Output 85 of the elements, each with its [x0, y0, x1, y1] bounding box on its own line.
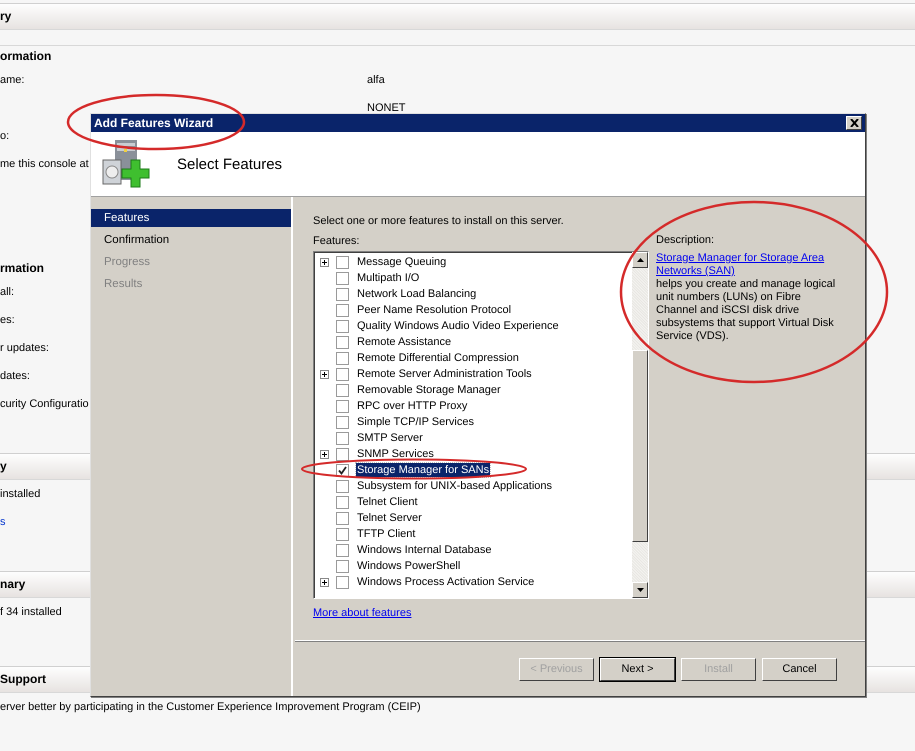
field-label: erver better by participating in the Customer Experience Improvement Program (CEIP) [0, 701, 421, 713]
checkbox[interactable] [336, 576, 349, 588]
checkbox[interactable] [336, 320, 349, 332]
description-text: Storage Manager for Storage Area Networks (SAN) helps you create and manage logical unit numbers (LUNs) on Fibre Channel and iSCSI disk drive subsystems that support Virtual Disk Service (VDS). [656, 252, 841, 343]
checkbox[interactable] [336, 560, 349, 572]
section-heading: rmation [0, 261, 44, 275]
checkbox[interactable] [336, 304, 349, 316]
checkbox[interactable] [336, 416, 349, 428]
wizard-button[interactable]: Next > [600, 658, 675, 680]
scrollbar-thumb[interactable] [632, 350, 648, 542]
feature-item[interactable]: Windows Internal Database [356, 543, 493, 557]
checkbox[interactable] [336, 352, 349, 364]
wizard-step[interactable]: Features [91, 209, 291, 227]
feature-item[interactable]: Remote Server Administration Tools [356, 367, 533, 381]
section-heading: ormation [0, 49, 52, 63]
checkbox[interactable] [336, 512, 349, 524]
checkbox[interactable] [336, 464, 349, 476]
wizard-step[interactable]: Confirmation [91, 231, 291, 249]
field-label: me this console at [0, 158, 89, 170]
scroll-up-button[interactable] [632, 252, 648, 268]
field-label: dates: [0, 370, 30, 382]
page-title: Select Features [177, 156, 282, 172]
checkbox[interactable] [336, 432, 349, 444]
expand-icon[interactable] [320, 450, 329, 458]
checkbox[interactable] [336, 544, 349, 556]
checkbox[interactable] [336, 336, 349, 348]
checkbox[interactable] [336, 384, 349, 396]
feature-item[interactable]: Telnet Server [356, 511, 423, 525]
checkbox[interactable] [336, 528, 349, 540]
field-value: alfa [367, 74, 385, 86]
window-title: Add Features Wizard [94, 116, 214, 130]
section-heading: y [0, 459, 7, 473]
feature-item[interactable]: Subsystem for UNIX-based Applications [356, 479, 554, 493]
field-label: o: [0, 130, 10, 142]
section-heading: Support [0, 672, 46, 686]
checkbox[interactable] [336, 496, 349, 508]
feature-item[interactable]: Peer Name Resolution Protocol [356, 303, 512, 317]
expand-icon[interactable] [320, 258, 329, 266]
field-label: all: [0, 286, 14, 298]
expand-icon[interactable] [320, 370, 329, 378]
feature-item[interactable]: RPC over HTTP Proxy [356, 399, 468, 413]
description-label: Description: [656, 234, 716, 248]
expand-icon[interactable] [320, 578, 329, 586]
feature-item[interactable]: Simple TCP/IP Services [356, 415, 475, 429]
down-arrow-icon [636, 588, 644, 592]
more-link[interactable]: More about features [313, 607, 412, 619]
feature-item[interactable]: Network Load Balancing [356, 287, 478, 301]
checkbox[interactable] [336, 400, 349, 412]
checkbox[interactable] [336, 272, 349, 284]
checkbox[interactable] [336, 480, 349, 492]
feature-item[interactable]: SNMP Services [356, 447, 435, 461]
scroll-down-button[interactable] [632, 582, 648, 598]
field-label: r updates: [0, 342, 49, 354]
close-icon [850, 119, 858, 127]
link[interactable]: s [0, 516, 6, 528]
feature-item[interactable]: SMTP Server [356, 431, 424, 445]
wizard-button[interactable]: Cancel [762, 658, 837, 680]
instruction-text: Select one or more features to install on this server. [313, 214, 565, 228]
field-label: es: [0, 314, 15, 326]
checkbox[interactable] [336, 368, 349, 380]
field-label: ame: [0, 74, 24, 86]
feature-item[interactable]: TFTP Client [356, 527, 416, 541]
checkbox[interactable] [336, 448, 349, 460]
section-heading: nary [0, 577, 26, 591]
feature-item[interactable]: Remote Assistance [356, 335, 452, 349]
section-heading: ry [0, 9, 12, 23]
feature-item[interactable]: Telnet Client [356, 495, 419, 509]
list-label: Features: [313, 234, 360, 248]
feature-item[interactable]: Remote Differential Compression [356, 351, 520, 365]
feature-item[interactable]: Storage Manager for SANs [356, 463, 490, 477]
feature-item[interactable]: Windows Process Activation Service [356, 575, 536, 589]
feature-item[interactable]: Quality Windows Audio Video Experience [356, 319, 560, 333]
checkbox[interactable] [336, 288, 349, 300]
up-arrow-icon [636, 258, 644, 262]
field-label: f 34 installed [0, 606, 62, 618]
close-button[interactable] [846, 116, 862, 130]
description-link[interactable]: Storage Manager for Storage Area Networks (SAN) [656, 252, 841, 278]
field-label: curity Configuratio [0, 398, 89, 410]
feature-item[interactable]: Removable Storage Manager [356, 383, 502, 397]
field-label: installed [0, 488, 40, 500]
field-value: NONET [367, 102, 406, 114]
checkbox[interactable] [336, 256, 349, 268]
feature-item[interactable]: Message Queuing [356, 255, 448, 269]
feature-item[interactable]: Multipath I/O [356, 271, 420, 285]
feature-item[interactable]: Windows PowerShell [356, 559, 462, 573]
